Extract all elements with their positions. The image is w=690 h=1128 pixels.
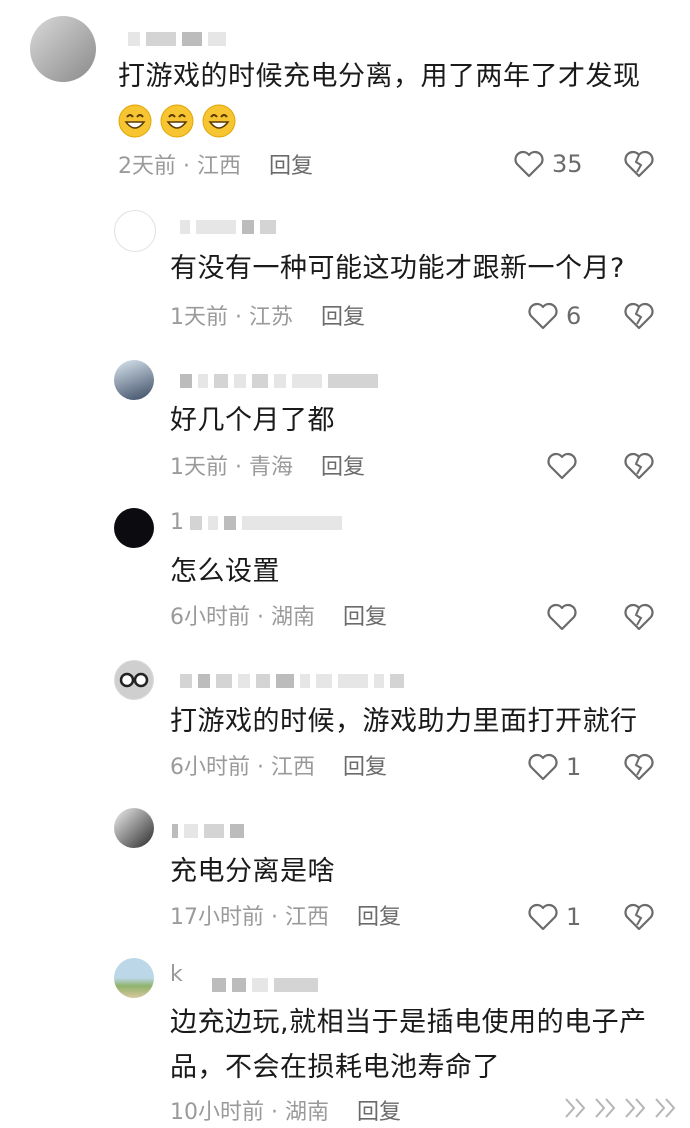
heart-icon [528, 903, 558, 931]
avatar[interactable] [114, 210, 156, 252]
username-blurred[interactable] [128, 30, 226, 48]
dislike-button[interactable] [624, 302, 654, 330]
username-blurred[interactable] [180, 672, 404, 690]
dislike-button[interactable] [624, 603, 654, 631]
time-location: 1天前 · 青海 [170, 455, 293, 480]
comment-text: 好几个月了都 [170, 405, 335, 436]
heart-icon [547, 452, 577, 480]
comment-meta: 6小时前 · 江西 回复 [170, 753, 387, 783]
grinning-face-icon [160, 104, 194, 138]
reply-button[interactable]: 回复 [343, 753, 387, 783]
heart-icon [547, 603, 577, 631]
like-count: 35 [552, 150, 583, 178]
comment-text: 有没有一种可能这功能才跟新一个月? [170, 253, 625, 284]
dislike-button[interactable] [624, 150, 654, 178]
like-count: 1 [566, 753, 582, 781]
broken-heart-icon [624, 603, 654, 631]
time-location: 1天前 · 江苏 [170, 305, 293, 330]
heart-icon [514, 150, 544, 178]
avatar[interactable] [30, 16, 96, 82]
username-blurred[interactable] [190, 514, 342, 532]
grinning-face-icon [118, 104, 152, 138]
avatar[interactable] [114, 360, 154, 400]
like-button[interactable]: 6 [528, 302, 581, 330]
like-button[interactable]: 1 [528, 903, 581, 931]
comment-meta: 10小时前 · 湖南 回复 [170, 1098, 401, 1128]
reply-button[interactable]: 回复 [269, 152, 313, 182]
username[interactable]: 1 [170, 510, 184, 535]
like-count: 1 [566, 903, 582, 931]
username-blurred[interactable] [180, 372, 378, 390]
dislike-button[interactable] [624, 452, 654, 480]
reply-button[interactable]: 回复 [357, 903, 401, 933]
comment-meta: 6小时前 · 湖南 回复 [170, 603, 387, 633]
avatar[interactable] [114, 660, 154, 700]
reply-button[interactable]: 回复 [343, 603, 387, 633]
time-location: 17小时前 · 江西 [170, 905, 329, 930]
reply-button[interactable]: 回复 [321, 303, 365, 333]
comment-meta: 1天前 · 江苏 回复 [170, 303, 365, 333]
username-blurred[interactable] [172, 822, 244, 840]
comment-text: 打游戏的时候，游戏助力里面打开就行 [170, 706, 638, 737]
comment-text: 怎么设置 [170, 556, 280, 587]
reply-button[interactable]: 回复 [357, 1098, 401, 1128]
comment-meta: 1天前 · 青海 回复 [170, 453, 365, 483]
reply-button[interactable]: 回复 [321, 453, 365, 483]
avatar[interactable] [114, 958, 154, 998]
comment-text-line-1: 边充边玩,就相当于是插电使用的电子产 [170, 1007, 647, 1038]
comment-text: 充电分离是啥 [170, 856, 335, 887]
like-button[interactable] [547, 603, 577, 631]
like-button[interactable]: 35 [514, 150, 583, 178]
heart-icon [528, 302, 558, 330]
dislike-button[interactable] [624, 903, 654, 931]
avatar[interactable] [114, 808, 154, 848]
time-location: 2天前 · 江西 [118, 154, 241, 179]
avatar[interactable] [114, 508, 154, 548]
like-button[interactable] [547, 452, 577, 480]
time-location: 6小时前 · 湖南 [170, 605, 315, 630]
time-location: 10小时前 · 湖南 [170, 1100, 329, 1125]
grinning-face-icon [202, 104, 236, 138]
comment-meta: 2天前 · 江西 回复 [118, 152, 313, 182]
broken-heart-icon [624, 903, 654, 931]
username[interactable]: k [170, 962, 183, 987]
comment-text: 打游戏的时候充电分离，用了两年了才发现 [118, 61, 641, 92]
watermark-arrows [560, 1095, 680, 1121]
comment-meta: 17小时前 · 江西 回复 [170, 903, 401, 933]
glasses-face-icon [115, 661, 153, 699]
emoji-row [118, 104, 244, 138]
broken-heart-icon [624, 452, 654, 480]
heart-icon [528, 753, 558, 781]
username-blurred[interactable] [212, 976, 318, 994]
dislike-button[interactable] [624, 753, 654, 781]
like-button[interactable]: 1 [528, 753, 581, 781]
username-blurred[interactable] [180, 218, 276, 236]
comment-text-line-2: 品，不会在损耗电池寿命了 [170, 1052, 500, 1083]
broken-heart-icon [624, 753, 654, 781]
like-count: 6 [566, 302, 582, 330]
time-location: 6小时前 · 江西 [170, 755, 315, 780]
arrow-icon [565, 1098, 676, 1118]
broken-heart-icon [624, 150, 654, 178]
broken-heart-icon [624, 302, 654, 330]
